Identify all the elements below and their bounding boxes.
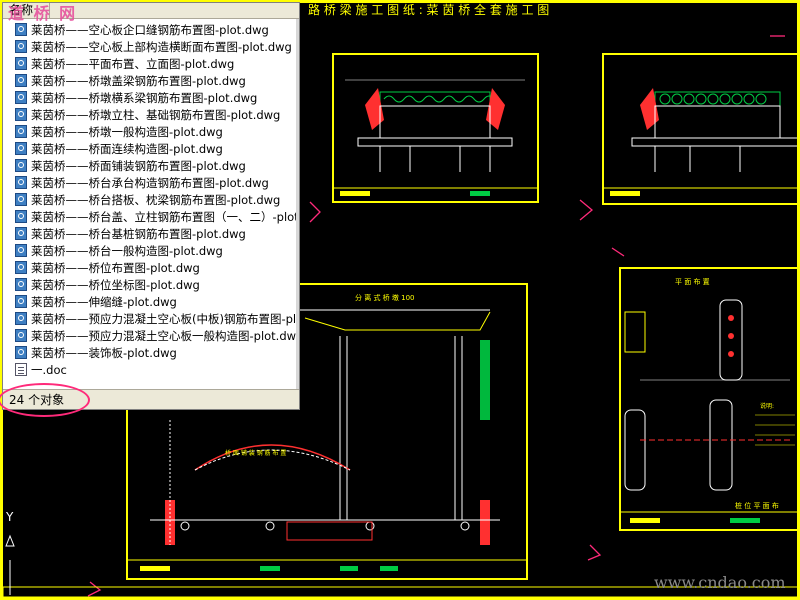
file-name: 莱茵桥——伸缩缝-plot.dwg [31, 294, 177, 309]
file-item[interactable]: 莱茵桥——桥位坐标图-plot.dwg [3, 276, 299, 293]
dwg-file-icon [15, 261, 27, 274]
right-sheet-title: 平 面 布 置 [675, 277, 710, 286]
file-item[interactable]: 一.doc [3, 361, 299, 378]
file-item[interactable]: 莱茵桥——平面布置、立面图-plot.dwg [3, 55, 299, 72]
file-item[interactable]: 莱茵桥——桥台盖、立柱钢筋布置图（一、二）-plot.dwg [3, 208, 299, 225]
file-item[interactable]: 莱茵桥——装饰板-plot.dwg [3, 344, 299, 361]
file-name: 莱茵桥——预应力混凝土空心板(中板)钢筋布置图-plot.dwg [31, 311, 299, 326]
dwg-file-icon [15, 57, 27, 70]
file-name: 莱茵桥——桥台盖、立柱钢筋布置图（一、二）-plot.dwg [31, 209, 299, 224]
file-name: 莱茵桥——桥墩立柱、基础钢筋布置图-plot.dwg [31, 107, 281, 122]
file-name: 莱茵桥——桥墩一般构造图-plot.dwg [31, 124, 223, 139]
dwg-file-icon [15, 125, 27, 138]
file-item[interactable]: 莱茵桥——桥台搭板、枕梁钢筋布置图-plot.dwg [3, 191, 299, 208]
file-item[interactable]: 莱茵桥——桥台基桩钢筋布置图-plot.dwg [3, 225, 299, 242]
file-name: 莱茵桥——装饰板-plot.dwg [31, 345, 177, 360]
dwg-file-icon [15, 142, 27, 155]
file-list-panel[interactable]: 名称 莱茵桥——空心板企口缝钢筋布置图-plot.dwg 莱茵桥——空心板上部构造… [2, 2, 300, 410]
drawing-title-bar: 路 桥 梁 施 工 图 纸 : 菜 茵 桥 全 套 施 工 图 [308, 3, 550, 17]
dwg-file-icon [15, 159, 27, 172]
right-sheet-title-2: 桩 位 平 面 布 [735, 501, 779, 510]
file-name: 莱茵桥——桥台搭板、枕梁钢筋布置图-plot.dwg [31, 192, 281, 207]
object-count: 24 个对象 [9, 393, 65, 407]
dwg-file-icon [15, 227, 27, 240]
doc-file-icon [15, 363, 27, 376]
file-item[interactable]: 莱茵桥——伸缩缝-plot.dwg [3, 293, 299, 310]
arch-title: 桥 面 铺 装 钢 筋 布 置 [225, 449, 286, 457]
file-item[interactable]: 莱茵桥——桥面连续构造图-plot.dwg [3, 140, 299, 157]
dwg-file-icon [15, 193, 27, 206]
file-name: 莱茵桥——桥位坐标图-plot.dwg [31, 277, 200, 292]
center-sheet-title: 分 离 式 桥 墩 100 [355, 293, 415, 302]
file-name: 莱茵桥——预应力混凝土空心板一般构造图-plot.dwg [31, 328, 299, 343]
file-name: 莱茵桥——桥位布置图-plot.dwg [31, 260, 200, 275]
dwg-file-icon [15, 329, 27, 342]
status-bar: 24 个对象 [3, 389, 299, 409]
dwg-file-icon [15, 176, 27, 189]
file-name: 莱茵桥——桥台基桩钢筋布置图-plot.dwg [31, 226, 246, 241]
file-item[interactable]: 莱茵桥——空心板上部构造横断面布置图-plot.dwg [3, 38, 299, 55]
file-name: 莱茵桥——桥台一般构造图-plot.dwg [31, 243, 223, 258]
sheet-top-left [332, 53, 539, 203]
file-item[interactable]: 莱茵桥——桥台一般构造图-plot.dwg [3, 242, 299, 259]
file-item[interactable]: 莱茵桥——桥墩横系梁钢筋布置图-plot.dwg [3, 89, 299, 106]
file-item[interactable]: 莱茵桥——桥面铺装钢筋布置图-plot.dwg [3, 157, 299, 174]
file-name: 莱茵桥——桥面连续构造图-plot.dwg [31, 141, 223, 156]
sheet-top-right [602, 53, 799, 205]
svg-text:说明:: 说明: [760, 402, 774, 410]
ucs-icon: Y [6, 510, 14, 524]
dwg-file-icon [15, 295, 27, 308]
dwg-file-icon [15, 74, 27, 87]
file-item[interactable]: 莱茵桥——预应力混凝土空心板(中板)钢筋布置图-plot.dwg [3, 310, 299, 327]
file-item[interactable]: 莱茵桥——预应力混凝土空心板一般构造图-plot.dwg [3, 327, 299, 344]
dwg-file-icon [15, 91, 27, 104]
site-watermark: www.cndao.com [654, 573, 786, 592]
dwg-file-icon [15, 23, 27, 36]
dwg-file-icon [15, 312, 27, 325]
logo-watermark: 道 桥 网 [8, 4, 78, 23]
dwg-file-icon [15, 244, 27, 257]
file-name: 莱茵桥——平面布置、立面图-plot.dwg [31, 56, 235, 71]
sheet-right-middle: 说明: 平 面 布 置 桩 位 平 面 布 [619, 267, 799, 531]
dwg-file-icon [15, 40, 27, 53]
file-name: 莱茵桥——空心板上部构造横断面布置图-plot.dwg [31, 39, 292, 54]
file-item[interactable]: 莱茵桥——桥墩立柱、基础钢筋布置图-plot.dwg [3, 106, 299, 123]
file-name: 莱茵桥——桥墩横系梁钢筋布置图-plot.dwg [31, 90, 258, 105]
dwg-file-icon [15, 108, 27, 121]
dwg-file-icon [15, 346, 27, 359]
file-name: 莱茵桥——桥台承台构造钢筋布置图-plot.dwg [31, 175, 269, 190]
file-item[interactable]: 莱茵桥——桥位布置图-plot.dwg [3, 259, 299, 276]
file-list[interactable]: 莱茵桥——空心板企口缝钢筋布置图-plot.dwg 莱茵桥——空心板上部构造横断面… [3, 21, 299, 378]
file-name: 莱茵桥——桥墩盖梁钢筋布置图-plot.dwg [31, 73, 246, 88]
dwg-file-icon [15, 278, 27, 291]
file-item[interactable]: 莱茵桥——桥墩一般构造图-plot.dwg [3, 123, 299, 140]
file-item[interactable]: 莱茵桥——桥台承台构造钢筋布置图-plot.dwg [3, 174, 299, 191]
file-name: 莱茵桥——桥面铺装钢筋布置图-plot.dwg [31, 158, 246, 173]
file-name: 一.doc [31, 362, 67, 377]
dwg-file-icon [15, 210, 27, 223]
scrollbar[interactable] [296, 19, 299, 389]
file-item[interactable]: 莱茵桥——桥墩盖梁钢筋布置图-plot.dwg [3, 72, 299, 89]
